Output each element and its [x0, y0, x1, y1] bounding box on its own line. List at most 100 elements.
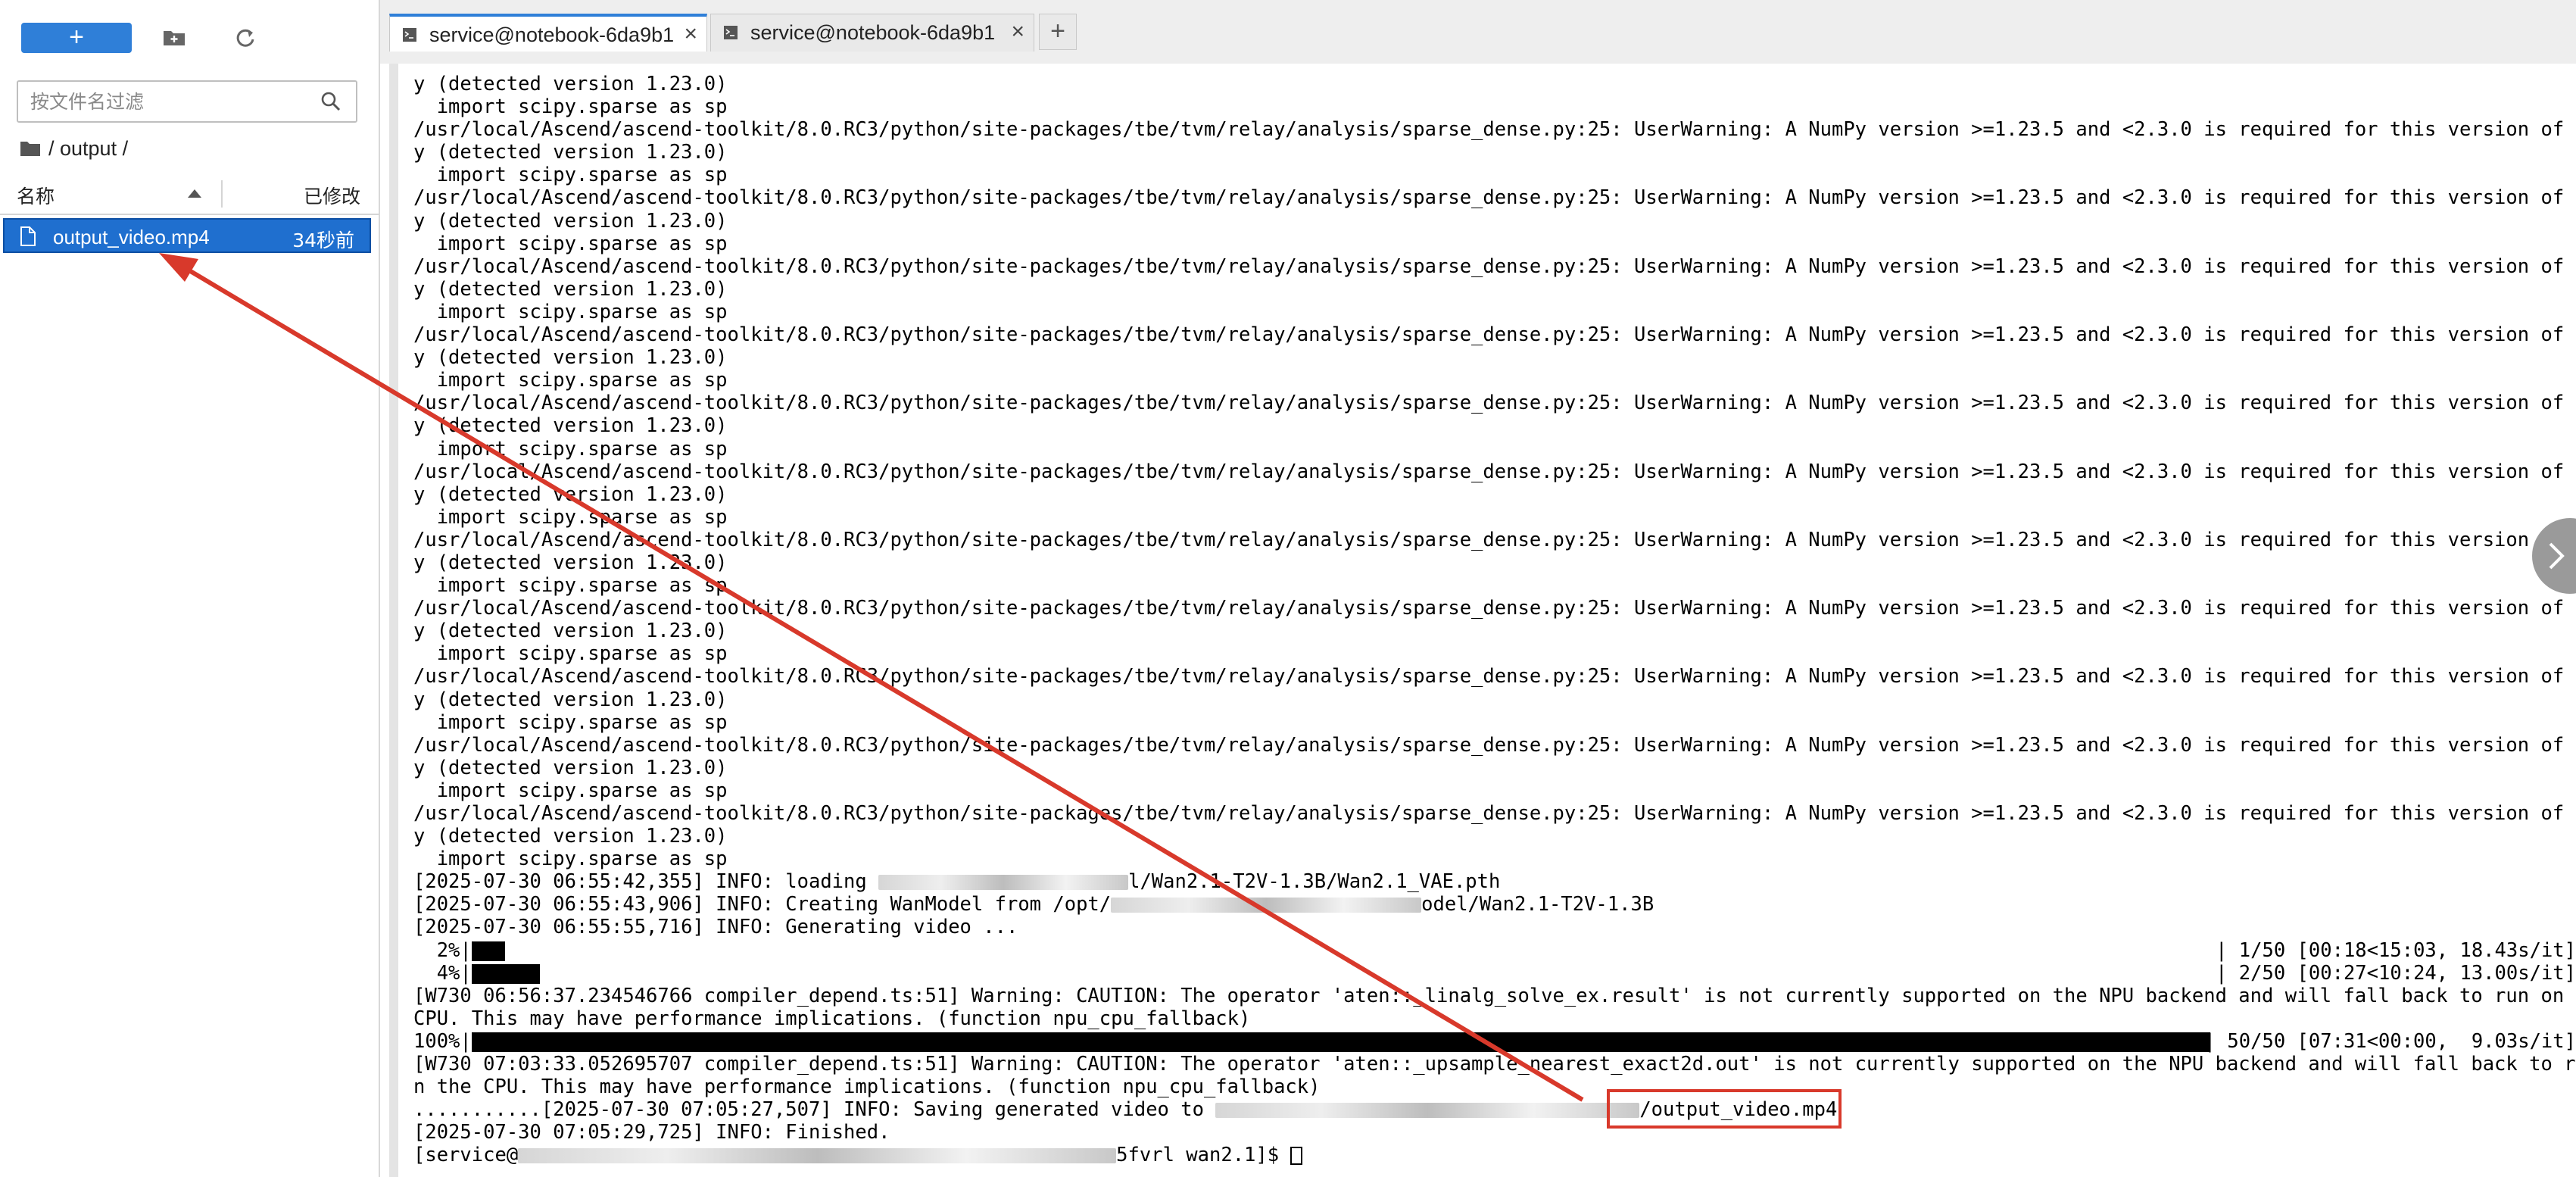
terminal-cursor — [1290, 1147, 1303, 1166]
redacted-text — [518, 1148, 1117, 1164]
terminal-line: import scipy.sparse as sp — [413, 505, 728, 529]
terminal-line: y (detected version 1.23.0) — [413, 482, 728, 506]
progress-percent: 2%| — [413, 938, 472, 962]
close-icon[interactable]: × — [1011, 19, 1024, 45]
terminal-line: /usr/local/Ascend/ascend-toolkit/8.0.RC3… — [413, 802, 2576, 825]
terminal-line-creating: [2025-07-30 06:55:43,906] INFO: Creating… — [413, 893, 2576, 916]
refresh-icon[interactable] — [230, 23, 260, 53]
terminal-line: /usr/local/Ascend/ascend-toolkit/8.0.RC3… — [413, 665, 2576, 688]
terminal-line: /usr/local/Ascend/ascend-toolkit/8.0.RC3… — [413, 733, 2576, 757]
terminal-line: import scipy.sparse as sp — [413, 437, 728, 460]
column-divider[interactable] — [221, 180, 223, 208]
progress-line: 2%| | 1/50 [00:18<15:03, 18.43s/it] — [413, 939, 2576, 962]
tab-label: service@notebook-6da9b1 — [429, 23, 675, 46]
prompt-text: [service@ — [413, 1144, 519, 1167]
terminal-line: import scipy.sparse as sp — [413, 232, 728, 255]
terminal-line: import scipy.sparse as sp — [413, 574, 728, 598]
log-text: ...........[2025-07-30 07:05:27,507] INF… — [413, 1098, 1216, 1122]
progress-stats: | 2/50 [00:27<10:24, 13.00s/it] — [2216, 961, 2576, 985]
folder-icon[interactable] — [20, 139, 41, 158]
shell-prompt: [service@ 5fvrl wan2.1]$ — [413, 1144, 2576, 1166]
file-filter-input[interactable] — [29, 86, 304, 117]
terminal-line: CPU. This may have performance implicati… — [413, 1007, 1251, 1030]
terminal-line: /usr/local/Ascend/ascend-toolkit/8.0.RC3… — [413, 528, 2576, 551]
terminal-line: /usr/local/Ascend/ascend-toolkit/8.0.RC3… — [413, 118, 2576, 142]
terminal-line: import scipy.sparse as sp — [413, 369, 728, 392]
terminal-line: [W730 07:03:33.052695707 compiler_depend… — [413, 1053, 2576, 1076]
terminal-line: y (detected version 1.23.0) — [413, 73, 728, 95]
file-filter-box[interactable] — [17, 80, 357, 123]
terminal-line: y (detected version 1.23.0) — [413, 620, 728, 643]
search-icon[interactable] — [320, 90, 342, 113]
tab-bar: service@notebook-6da9b1 × service@notebo… — [380, 0, 2576, 64]
file-modified: 34秒前 — [292, 229, 354, 251]
new-launcher-button[interactable]: + — [21, 23, 132, 53]
file-browser-toolbar: + — [0, 0, 379, 73]
terminal-line: y (detected version 1.23.0) — [413, 688, 728, 711]
terminal-line: import scipy.sparse as sp — [413, 642, 728, 666]
prompt-text: 5fvrl wan2.1]$ — [1116, 1144, 1291, 1167]
progress-percent: 4%| — [413, 961, 472, 985]
breadcrumb[interactable]: / output / — [20, 133, 128, 164]
add-tab-button[interactable]: + — [1039, 14, 1077, 50]
file-browser-panel: + / output / 名称 已修改 — [0, 0, 380, 1177]
terminal-line: [W730 06:56:37.234546766 compiler_depend… — [413, 984, 2576, 1007]
terminal-line: /usr/local/Ascend/ascend-toolkit/8.0.RC3… — [413, 460, 2576, 483]
terminal-line: import scipy.sparse as sp — [413, 164, 728, 187]
log-text: odel/Wan2.1-T2V-1.3B — [1421, 893, 1654, 916]
terminal-line-saving: ...........[2025-07-30 07:05:27,507] INF… — [413, 1098, 2576, 1121]
breadcrumb-path[interactable]: / output / — [48, 137, 128, 161]
close-icon[interactable]: × — [684, 21, 697, 47]
progress-stats: | 50/50 [07:31<00:00, 9.03s/it] — [2203, 1029, 2576, 1053]
terminal-line: import scipy.sparse as sp — [413, 779, 728, 802]
annotation-highlight-box — [1607, 1089, 1842, 1129]
progress-bar — [471, 963, 540, 984]
terminal-line: /usr/local/Ascend/ascend-toolkit/8.0.RC3… — [413, 597, 2576, 620]
column-header-modified[interactable]: 已修改 — [304, 182, 360, 209]
sort-ascending-icon[interactable] — [188, 189, 201, 198]
terminal-output[interactable]: y (detected version 1.23.0) import scipy… — [389, 64, 2576, 1177]
progress-bar — [471, 941, 505, 961]
file-list-item[interactable]: output_video.mp4 34秒前 — [3, 218, 371, 253]
new-folder-icon[interactable] — [159, 23, 189, 53]
terminal-line: n the CPU. This may have performance imp… — [413, 1076, 1321, 1099]
terminal-line: /usr/local/Ascend/ascend-toolkit/8.0.RC3… — [413, 186, 2576, 210]
log-text: [2025-07-30 06:55:43,906] INFO: Creating… — [413, 893, 1112, 916]
log-text: l/Wan2.1-T2V-1.3B/Wan2.1_VAE.pth — [1128, 870, 1501, 894]
progress-percent: 100%| — [413, 1029, 472, 1053]
redacted-text — [1111, 898, 1422, 913]
terminal-line: y (detected version 1.23.0) — [413, 414, 728, 438]
progress-bar — [471, 1032, 2210, 1052]
terminal-line: /usr/local/Ascend/ascend-toolkit/8.0.RC3… — [413, 392, 2576, 415]
terminal-line: import scipy.sparse as sp — [413, 95, 728, 119]
progress-line: 4%| | 2/50 [00:27<10:24, 13.00s/it] — [413, 962, 2576, 985]
tab-terminal-2[interactable]: service@notebook-6da9b1 × — [710, 14, 1034, 52]
terminal-line: import scipy.sparse as sp — [413, 300, 728, 323]
chevron-right-icon — [2549, 542, 2565, 570]
redacted-text — [1215, 1103, 1640, 1119]
terminal-line: y (detected version 1.23.0) — [413, 551, 728, 574]
terminal-line: import scipy.sparse as sp — [413, 710, 728, 734]
terminal-line: y (detected version 1.23.0) — [413, 825, 728, 848]
file-list-header: 名称 已修改 — [0, 174, 379, 215]
file-name: output_video.mp4 — [53, 226, 210, 248]
terminal-line: y (detected version 1.23.0) — [413, 756, 728, 779]
tab-label: service@notebook-6da9b1 — [750, 21, 996, 44]
tab-terminal-1[interactable]: service@notebook-6da9b1 × — [389, 14, 707, 52]
file-icon — [20, 226, 36, 246]
terminal-line: /usr/local/Ascend/ascend-toolkit/8.0.RC3… — [413, 254, 2576, 278]
terminal-line: [2025-07-30 06:55:55,716] INFO: Generati… — [413, 916, 1018, 939]
terminal-icon — [403, 28, 416, 42]
terminal-line: y (detected version 1.23.0) — [413, 141, 728, 164]
redacted-text — [878, 875, 1129, 891]
log-text: [2025-07-30 06:55:42,355] INFO: loading — [413, 870, 879, 894]
progress-line: 100%| | 50/50 [07:31<00:00, 9.03s/it] — [413, 1030, 2576, 1053]
terminal-line: y (detected version 1.23.0) — [413, 346, 728, 370]
terminal-line-loading: [2025-07-30 06:55:42,355] INFO: loading … — [413, 870, 2576, 893]
column-header-name[interactable]: 名称 — [17, 182, 55, 209]
terminal-icon — [724, 26, 738, 39]
progress-stats: | 1/50 [00:18<15:03, 18.43s/it] — [2216, 938, 2576, 962]
terminal-line: import scipy.sparse as sp — [413, 848, 728, 871]
terminal-line: /usr/local/Ascend/ascend-toolkit/8.0.RC3… — [413, 323, 2576, 347]
terminal-line: y (detected version 1.23.0) — [413, 209, 728, 233]
